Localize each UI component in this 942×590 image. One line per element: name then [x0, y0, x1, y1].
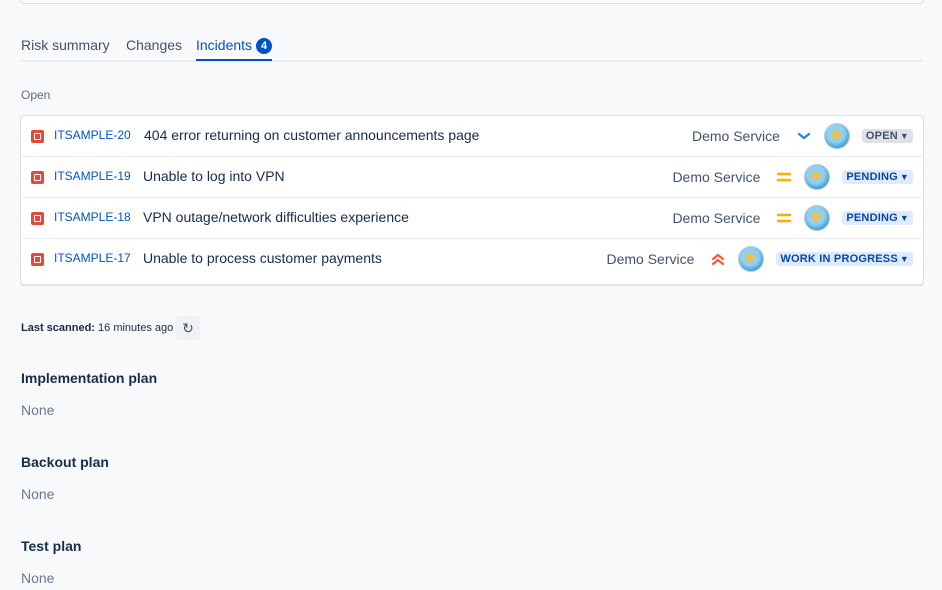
status-label: PENDING	[846, 171, 898, 183]
tab-risk-summary[interactable]: Risk summary	[21, 37, 110, 59]
refresh-button[interactable]: ↻	[176, 316, 200, 340]
implementation-plan-value: None	[21, 402, 55, 418]
chevron-down-icon: ▼	[899, 172, 909, 182]
issue-summary[interactable]: VPN outage/network difficulties experien…	[143, 209, 409, 225]
priority-medium-icon	[776, 169, 792, 185]
assignee-avatar[interactable]	[804, 164, 831, 190]
service-name: Demo Service	[672, 169, 761, 185]
status-dropdown[interactable]: PENDING ▼	[842, 211, 913, 225]
issue-summary[interactable]: Unable to log into VPN	[143, 168, 285, 184]
incident-type-icon	[31, 212, 44, 225]
tab-bar: Risk summary Changes Incidents 4	[21, 30, 922, 62]
status-label: OPEN	[865, 130, 898, 142]
last-scanned-label: Last scanned:	[21, 322, 95, 334]
priority-highest-icon	[710, 251, 726, 267]
issue-key-link[interactable]: ITSAMPLE-20	[54, 128, 131, 142]
priority-low-icon	[796, 128, 812, 144]
tab-changes[interactable]: Changes	[126, 37, 182, 59]
status-label: PENDING	[846, 212, 898, 224]
issue-key-link[interactable]: ITSAMPLE-19	[54, 169, 131, 183]
tab-label: Incidents	[196, 37, 253, 53]
refresh-icon: ↻	[182, 319, 194, 336]
test-plan-value: None	[21, 570, 55, 586]
issue-key-link[interactable]: ITSAMPLE-17	[54, 251, 131, 265]
issue-summary[interactable]: 404 error returning on customer announce…	[144, 127, 479, 143]
tab-label: Risk summary	[21, 37, 110, 53]
tab-label: Changes	[126, 37, 183, 53]
service-name: Demo Service	[691, 128, 780, 144]
service-name: Demo Service	[606, 251, 695, 267]
status-dropdown[interactable]: WORK IN PROGRESS ▼	[776, 252, 913, 266]
incident-list: ITSAMPLE-20 404 error returning on custo…	[20, 115, 924, 285]
test-plan-title: Test plan	[21, 538, 82, 554]
status-dropdown[interactable]: PENDING ▼	[842, 170, 913, 184]
incident-type-icon	[31, 253, 44, 266]
incident-row[interactable]: ITSAMPLE-17 Unable to process customer p…	[21, 239, 923, 279]
previous-panel-card	[20, 0, 924, 4]
incident-row[interactable]: ITSAMPLE-18 VPN outage/network difficult…	[21, 198, 923, 239]
status-label: WORK IN PROGRESS	[780, 253, 898, 265]
chevron-down-icon: ▼	[899, 213, 909, 223]
implementation-plan-title: Implementation plan	[21, 370, 158, 386]
backout-plan-title: Backout plan	[21, 454, 109, 470]
last-scanned: Last scanned: 16 minutes ago	[21, 322, 173, 334]
assignee-avatar[interactable]	[738, 246, 765, 272]
status-dropdown[interactable]: OPEN ▼	[861, 129, 913, 143]
issue-key-link[interactable]: ITSAMPLE-18	[54, 210, 131, 224]
assignee-avatar[interactable]	[804, 205, 831, 231]
chevron-down-icon: ▼	[899, 131, 909, 141]
service-name: Demo Service	[672, 210, 761, 226]
incident-count-badge: 4	[256, 38, 273, 54]
assignee-avatar[interactable]	[823, 123, 850, 149]
incident-type-icon	[31, 171, 44, 184]
open-section-label: Open	[21, 88, 51, 102]
tab-incidents[interactable]: Incidents 4	[196, 37, 273, 61]
incident-row[interactable]: ITSAMPLE-20 404 error returning on custo…	[21, 116, 923, 157]
chevron-down-icon: ▼	[899, 254, 909, 264]
issue-summary[interactable]: Unable to process customer payments	[143, 250, 382, 266]
last-scanned-value: 16 minutes ago	[98, 322, 174, 334]
incident-type-icon	[31, 130, 44, 143]
incident-row[interactable]: ITSAMPLE-19 Unable to log into VPN Demo …	[21, 157, 923, 198]
backout-plan-value: None	[21, 486, 55, 502]
priority-medium-icon	[776, 210, 792, 226]
